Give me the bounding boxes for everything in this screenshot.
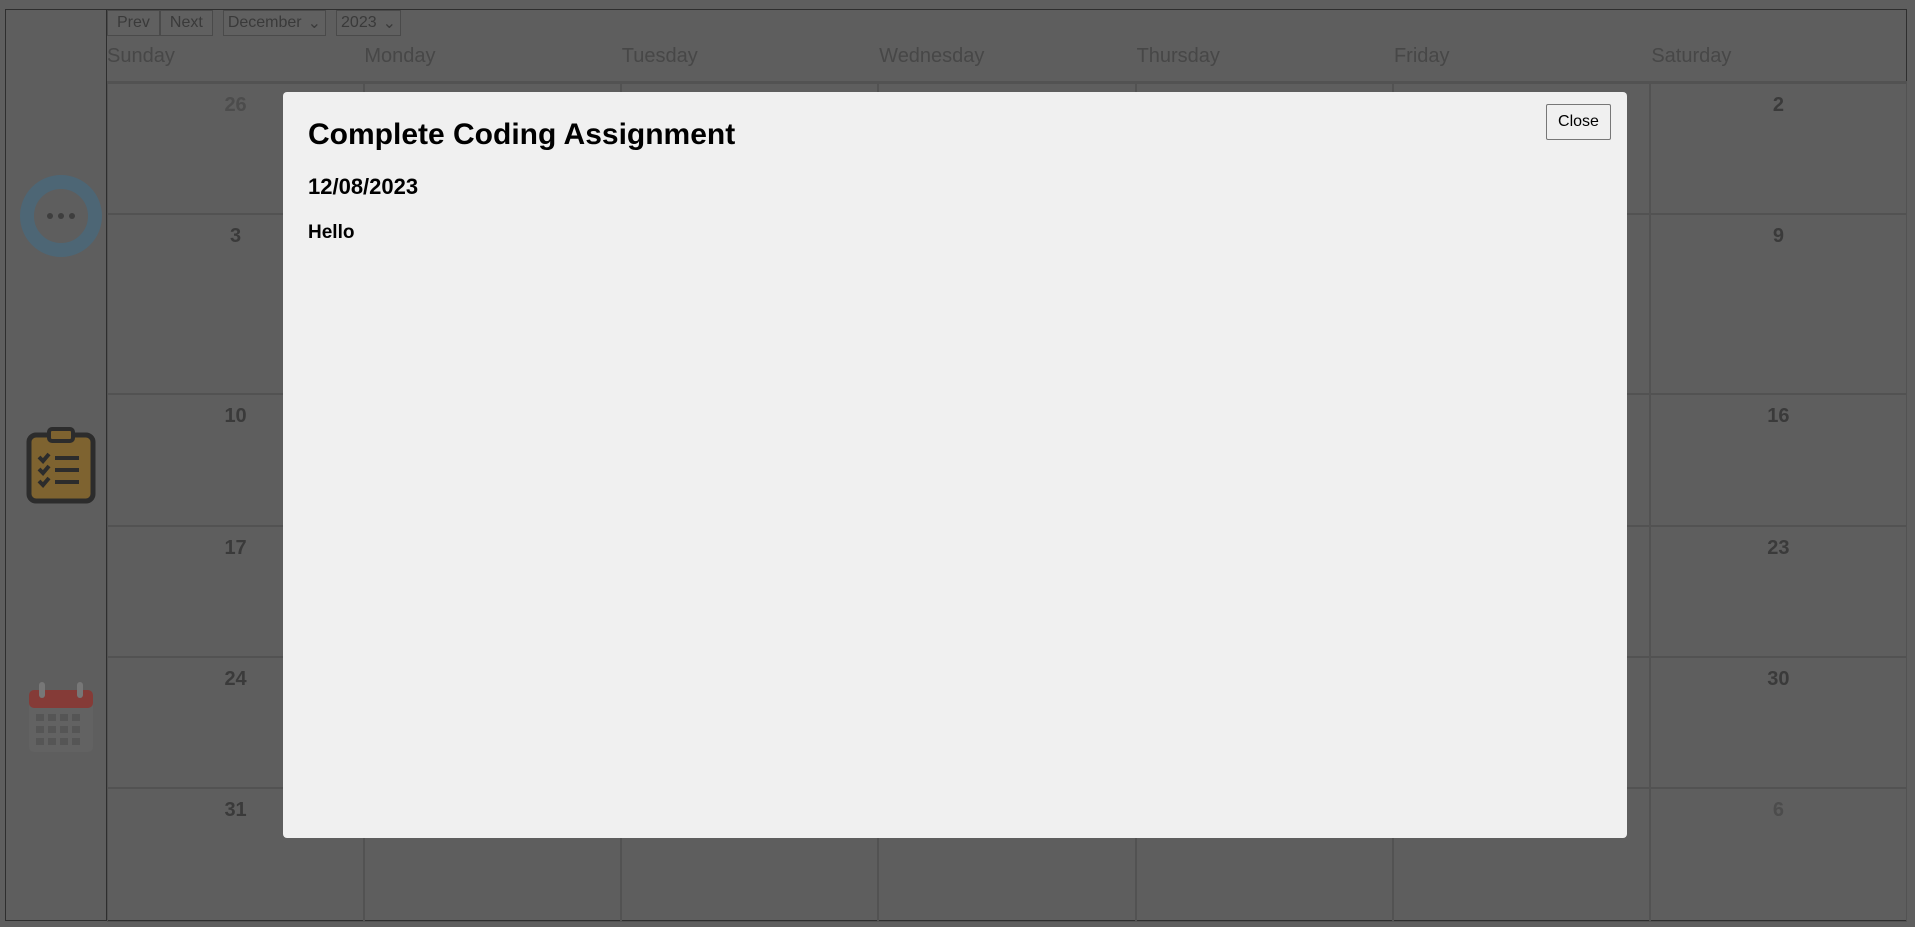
chat-bubble-icon[interactable] (19, 174, 103, 258)
clipboard-checklist-icon[interactable] (19, 423, 103, 507)
close-button[interactable]: Close (1546, 104, 1611, 140)
event-description: Hello (308, 222, 355, 243)
month-value: December (227, 14, 302, 31)
weekday-label: Saturday (1651, 45, 1732, 67)
chevron-down-icon: ⌄ (307, 15, 322, 32)
weekday-label: Monday (364, 45, 436, 67)
day-cell[interactable]: 23 (1649, 526, 1907, 657)
weekday-label: Sunday (107, 45, 175, 67)
weekday-label: Friday (1393, 45, 1450, 67)
month-select[interactable]: December ⌄ (222, 10, 327, 36)
weekday-header: Sunday Monday Tuesday Wednesday Thursday… (107, 45, 1907, 68)
event-modal: Close Complete Coding Assignment 12/08/2… (283, 92, 1627, 838)
next-button[interactable]: Next (159, 10, 213, 36)
day-cell[interactable]: 9 (1649, 214, 1907, 394)
calendar-icon[interactable] (19, 674, 103, 758)
weekday-label: Thursday (1136, 45, 1220, 67)
event-title: Complete Coding Assignment (308, 118, 736, 151)
day-cell[interactable]: 16 (1649, 394, 1907, 526)
sidebar (5, 9, 107, 921)
weekday-label: Wednesday (879, 45, 985, 67)
year-select[interactable]: 2023 ⌄ (336, 10, 402, 36)
year-value: 2023 (341, 14, 377, 31)
calendar-controls: Prev Next December ⌄ 2023 ⌄ (107, 10, 402, 36)
day-cell[interactable]: 6 (1649, 788, 1907, 922)
day-cell[interactable]: 2 (1649, 83, 1907, 214)
prev-button[interactable]: Prev (107, 10, 160, 36)
day-cell[interactable]: 30 (1649, 657, 1907, 788)
event-date: 12/08/2023 (308, 174, 419, 199)
chevron-down-icon: ⌄ (382, 15, 397, 32)
weekday-label: Tuesday (621, 45, 698, 67)
